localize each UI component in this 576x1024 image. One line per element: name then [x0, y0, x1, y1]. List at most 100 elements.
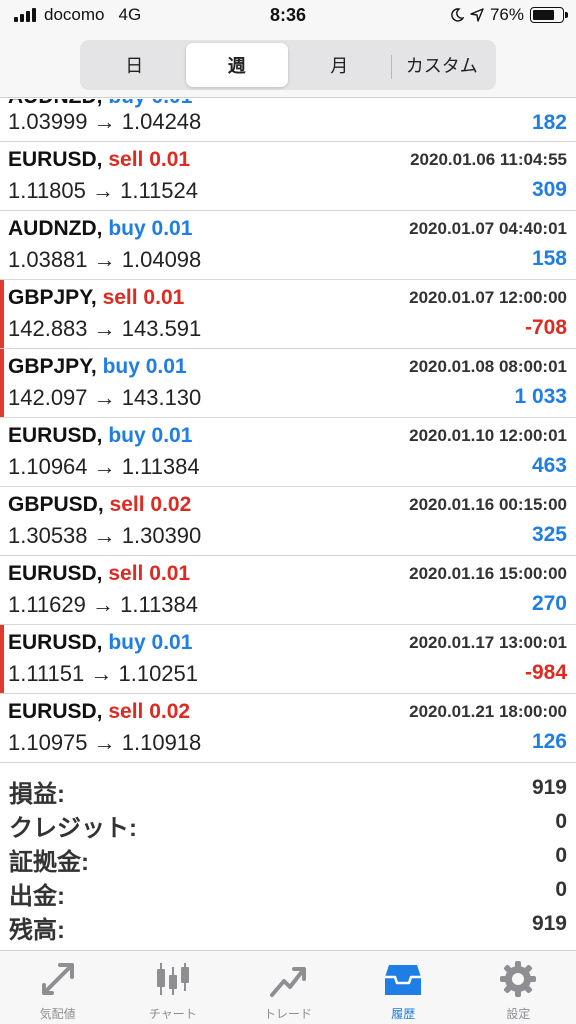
deal-row[interactable]: GBPJPY, buy 0.01 2020.01.08 08:00:01 142… [0, 349, 576, 418]
deal-prices: 1.10964 → 1.11384 [8, 454, 200, 479]
summary-label: 出金: [9, 883, 65, 910]
deal-side: buy 0.01 [108, 217, 193, 240]
deal-prices: 1.03999 → 1.04248 [8, 109, 202, 134]
deal-header: GBPUSD, sell 0.02 [8, 493, 191, 517]
deal-header: EURUSD, buy 0.01 [8, 631, 192, 655]
deal-row[interactable]: EURUSD, sell 0.01 2020.01.06 11:04:55 1.… [0, 142, 576, 211]
period-tab-week[interactable]: 週 [185, 43, 288, 87]
summary-row-credit: クレジット: 0 [0, 806, 576, 842]
deal-symbol: GBPJPY, [8, 355, 97, 378]
deal-side: buy 0.01 [108, 99, 192, 108]
deal-header: EURUSD, sell 0.01 [8, 148, 190, 172]
tab-trade[interactable]: トレード [230, 951, 345, 1024]
summary-label: 損益: [9, 781, 65, 808]
period-tab-day[interactable]: 日 [83, 43, 186, 87]
deal-row[interactable]: EURUSD, buy 0.01 2020.01.17 13:00:01 1.1… [0, 625, 576, 694]
deal-row[interactable]: GBPUSD, sell 0.02 2020.01.16 00:15:00 1.… [0, 487, 576, 556]
summary-value: 919 [531, 776, 567, 799]
deal-header: AUDNZD, buy 0.01 [8, 217, 192, 241]
deal-prices: 1.11805 → 1.11524 [8, 178, 199, 203]
deal-prices: 142.883 → 143.591 [8, 316, 202, 341]
trade-icon [270, 967, 306, 997]
deal-time: 2020.01.07 12:00:00 [409, 288, 567, 307]
deal-profit: 270 [531, 592, 567, 615]
deal-side: sell 0.01 [102, 286, 185, 309]
summary-row-balance: 残高: 919 [0, 908, 576, 944]
tab-settings[interactable]: 設定 [461, 951, 576, 1024]
deal-row[interactable]: AUDNZD, buy 0.01 2020.01.07 04:40:01 1.0… [0, 211, 576, 280]
location-icon [470, 8, 484, 22]
deal-side: sell 0.02 [109, 493, 192, 516]
tab-label: 気配値 [39, 1007, 76, 1021]
moon-icon [451, 8, 464, 22]
deal-header: EURUSD, buy 0.01 [8, 424, 192, 448]
deal-symbol: AUDNZD, [8, 217, 103, 240]
deal-profit: 158 [531, 247, 567, 270]
loss-marker [0, 349, 4, 417]
deal-time: 2020.01.07 04:40:01 [409, 219, 567, 238]
deal-symbol: EURUSD, [8, 631, 103, 654]
deal-prices: 142.097 → 143.130 [8, 385, 202, 410]
summary-value: 0 [555, 810, 567, 833]
deal-header: EURUSD, sell 0.01 [8, 562, 190, 586]
deal-row[interactable]: AUDNZD, buy 0.01 1.03999 → 1.04248 182 [0, 99, 576, 142]
deal-time: 2020.01.16 00:15:00 [409, 495, 567, 514]
deal-row[interactable]: EURUSD, buy 0.01 2020.01.10 12:00:01 1.1… [0, 418, 576, 487]
deal-side: buy 0.01 [102, 355, 187, 378]
battery-icon [530, 7, 568, 23]
summary-label: 残高: [9, 917, 65, 944]
period-header: 日 週 月 カスタム [0, 34, 576, 98]
deal-profit: -984 [524, 661, 567, 684]
history-icon [385, 965, 422, 995]
deal-time: 2020.01.08 08:00:01 [409, 357, 567, 376]
tab-label: トレード [264, 1007, 313, 1021]
settings-icon [500, 961, 537, 997]
tab-label: チャート [148, 1007, 197, 1021]
deal-profit: 463 [531, 454, 567, 477]
deal-list[interactable]: AUDNZD, buy 0.01 1.03999 → 1.04248 182 E… [0, 99, 576, 764]
deal-header: EURUSD, sell 0.02 [8, 700, 190, 724]
summary-row-deposit: 証拠金: 0 [0, 840, 576, 876]
deal-profit: 309 [531, 178, 567, 201]
tab-history[interactable]: 履歴 [346, 951, 461, 1024]
summary-row-withdrawal: 出金: 0 [0, 874, 576, 910]
deal-row[interactable]: EURUSD, sell 0.01 2020.01.16 15:00:00 1.… [0, 556, 576, 625]
period-tab-custom[interactable]: カスタム [390, 43, 494, 87]
summary-value: 919 [531, 912, 567, 935]
summary-value: 0 [555, 878, 567, 901]
deal-time: 2020.01.06 11:04:55 [410, 150, 567, 169]
summary-row-profit: 損益: 919 [0, 772, 576, 808]
deal-profit: 1 033 [514, 385, 567, 408]
summary-label: クレジット: [9, 815, 137, 842]
loss-marker [0, 280, 4, 348]
deal-row[interactable]: EURUSD, sell 0.02 2020.01.21 18:00:00 1.… [0, 694, 576, 763]
deal-profit: 182 [531, 111, 567, 134]
summary-label: 証拠金: [9, 849, 89, 876]
deal-time: 2020.01.16 15:00:00 [409, 564, 567, 583]
quotes-icon [41, 963, 74, 995]
summary-value: 0 [555, 844, 567, 867]
tab-quotes[interactable]: 気配値 [0, 951, 115, 1024]
period-tab-month[interactable]: 月 [288, 43, 391, 87]
deal-prices: 1.11151 → 1.10251 [8, 661, 199, 686]
deal-side: buy 0.01 [108, 631, 193, 654]
deal-time: 2020.01.17 13:00:01 [409, 633, 567, 652]
battery-percent: 76% [489, 5, 524, 24]
deal-prices: 1.10975 → 1.10918 [8, 730, 202, 755]
deal-profit: -708 [524, 316, 567, 339]
deal-symbol: EURUSD, [8, 148, 103, 171]
deal-header: GBPJPY, buy 0.01 [8, 355, 187, 379]
deal-symbol: GBPJPY, [8, 286, 97, 309]
deal-prices: 1.30538 → 1.30390 [8, 523, 202, 548]
deal-symbol: EURUSD, [8, 424, 103, 447]
account-summary: 損益: 919 クレジット: 0 証拠金: 0 出金: 0 残高: 919 [0, 772, 576, 944]
deal-row[interactable]: GBPJPY, sell 0.01 2020.01.07 12:00:00 14… [0, 280, 576, 349]
deal-side: sell 0.01 [108, 148, 191, 171]
tab-label: 履歴 [391, 1007, 416, 1021]
chart-icon [156, 963, 189, 995]
tab-chart[interactable]: チャート [115, 951, 230, 1024]
deal-side: sell 0.01 [108, 562, 191, 585]
status-bar: docomo 4G 8:36 76% [0, 0, 576, 34]
deal-symbol: EURUSD, [8, 562, 103, 585]
deal-symbol: EURUSD, [8, 700, 103, 723]
